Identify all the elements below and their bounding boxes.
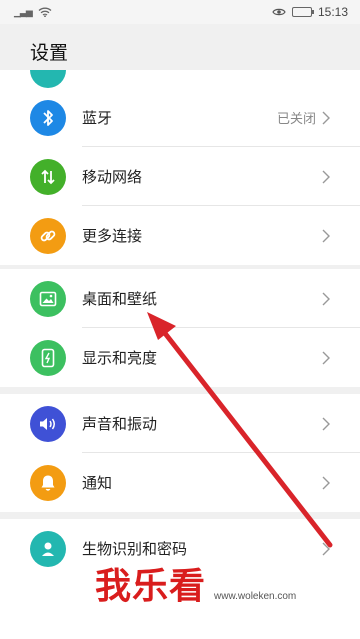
settings-item-label: 更多连接 — [82, 228, 143, 245]
partial-item-icon — [30, 70, 66, 88]
chevron-right-icon — [322, 292, 330, 305]
biometrics-icon — [30, 530, 66, 567]
settings-group-sound: 声音和振动 通知 — [0, 394, 360, 512]
notification-bell-icon — [30, 464, 66, 501]
chevron-right-icon — [322, 111, 330, 124]
watermark-text: 我乐看 — [95, 565, 207, 606]
chevron-right-icon — [322, 229, 330, 242]
settings-item-label: 移动网络 — [82, 169, 143, 186]
settings-item-more-connections[interactable]: 更多连接 — [0, 206, 360, 265]
settings-item-label: 声音和振动 — [82, 416, 158, 433]
signal-icon: ▁▃▅ — [14, 6, 33, 17]
wifi-icon — [38, 7, 52, 17]
status-bar: ▁▃▅ 15:13 — [0, 0, 360, 24]
chevron-right-icon — [322, 542, 330, 555]
link-icon — [30, 217, 66, 254]
bluetooth-icon — [30, 99, 66, 136]
chevron-right-icon — [322, 476, 330, 489]
settings-group-display: 桌面和壁纸 显示和亮度 — [0, 269, 360, 387]
status-time: 15:13 — [317, 5, 348, 19]
mobile-data-icon — [30, 158, 66, 195]
settings-item-label: 显示和亮度 — [82, 350, 158, 367]
chevron-right-icon — [322, 351, 330, 364]
partial-list-item — [0, 70, 360, 88]
display-brightness-icon — [30, 339, 66, 376]
chevron-right-icon — [322, 170, 330, 183]
settings-item-label: 通知 — [82, 475, 113, 492]
settings-item-bluetooth[interactable]: 蓝牙 已关闭 — [0, 88, 360, 147]
watermark-url: www.woleken.com — [214, 591, 297, 602]
chevron-right-icon — [322, 417, 330, 430]
settings-item-mobile-network[interactable]: 移动网络 — [0, 147, 360, 206]
wallpaper-icon — [30, 280, 66, 317]
settings-item-desktop-wallpaper[interactable]: 桌面和壁纸 — [0, 269, 360, 328]
settings-item-label: 生物识别和密码 — [82, 541, 188, 558]
sound-icon — [30, 405, 66, 442]
bluetooth-status: 已关闭 — [276, 111, 316, 126]
watermark: 我乐看 www.woleken.com — [95, 568, 296, 604]
settings-item-label: 桌面和壁纸 — [82, 291, 158, 308]
settings-group-connectivity: 蓝牙 已关闭 移动网络 更多连接 — [0, 88, 360, 265]
settings-item-notifications[interactable]: 通知 — [0, 453, 360, 512]
settings-item-sound-vibration[interactable]: 声音和振动 — [0, 394, 360, 453]
battery-icon — [291, 7, 314, 17]
eye-comfort-icon — [272, 7, 286, 17]
settings-item-label: 蓝牙 — [82, 110, 113, 127]
settings-item-display-brightness[interactable]: 显示和亮度 — [0, 328, 360, 387]
page-title: 设置 — [30, 43, 69, 64]
